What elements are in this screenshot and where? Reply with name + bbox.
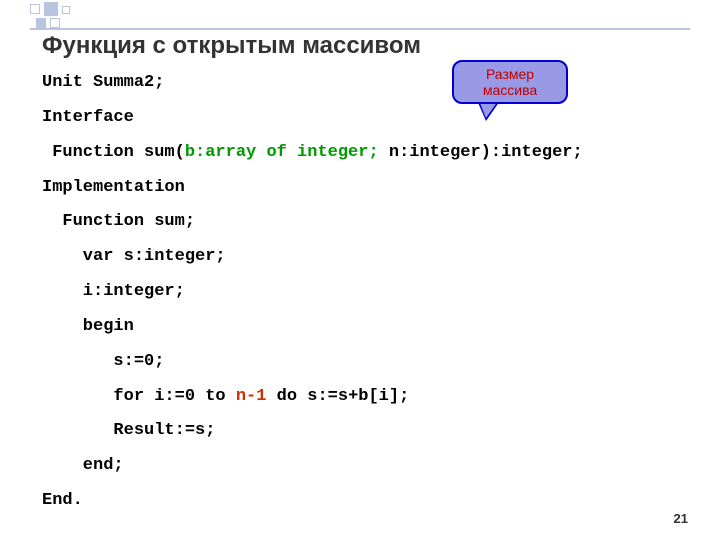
code-line: Unit Summa2; bbox=[42, 73, 164, 92]
code-line: Result:=s; bbox=[42, 421, 215, 440]
code-line: for i:=0 to bbox=[42, 387, 236, 406]
code-line: var s:integer; bbox=[42, 247, 226, 266]
code-line: n:integer):integer; bbox=[379, 143, 583, 162]
page-number: 21 bbox=[674, 511, 688, 526]
code-line: do s:=s+b[i]; bbox=[266, 387, 409, 406]
code-line: Function sum; bbox=[42, 212, 195, 231]
code-line: End. bbox=[42, 491, 83, 510]
code-line: i:integer; bbox=[42, 282, 185, 301]
header-decoration bbox=[0, 0, 720, 30]
code-line: begin bbox=[42, 317, 134, 336]
code-line: Interface bbox=[42, 108, 134, 127]
code-line: s:=0; bbox=[42, 352, 164, 371]
callout-text: Размер bbox=[486, 66, 534, 82]
code-line: Function sum( bbox=[42, 143, 185, 162]
slide-title: Функция с открытым массивом bbox=[42, 32, 421, 60]
code-highlight-red: n-1 bbox=[236, 387, 267, 406]
callout-bubble: Размер массива bbox=[452, 60, 568, 104]
code-line: end; bbox=[42, 456, 124, 475]
code-highlight-green: b:array of integer; bbox=[185, 143, 379, 162]
callout-text: массива bbox=[483, 82, 537, 98]
code-line: Implementation bbox=[42, 178, 185, 197]
code-block: Unit Summa2; Interface Function sum(b:ar… bbox=[42, 66, 583, 519]
